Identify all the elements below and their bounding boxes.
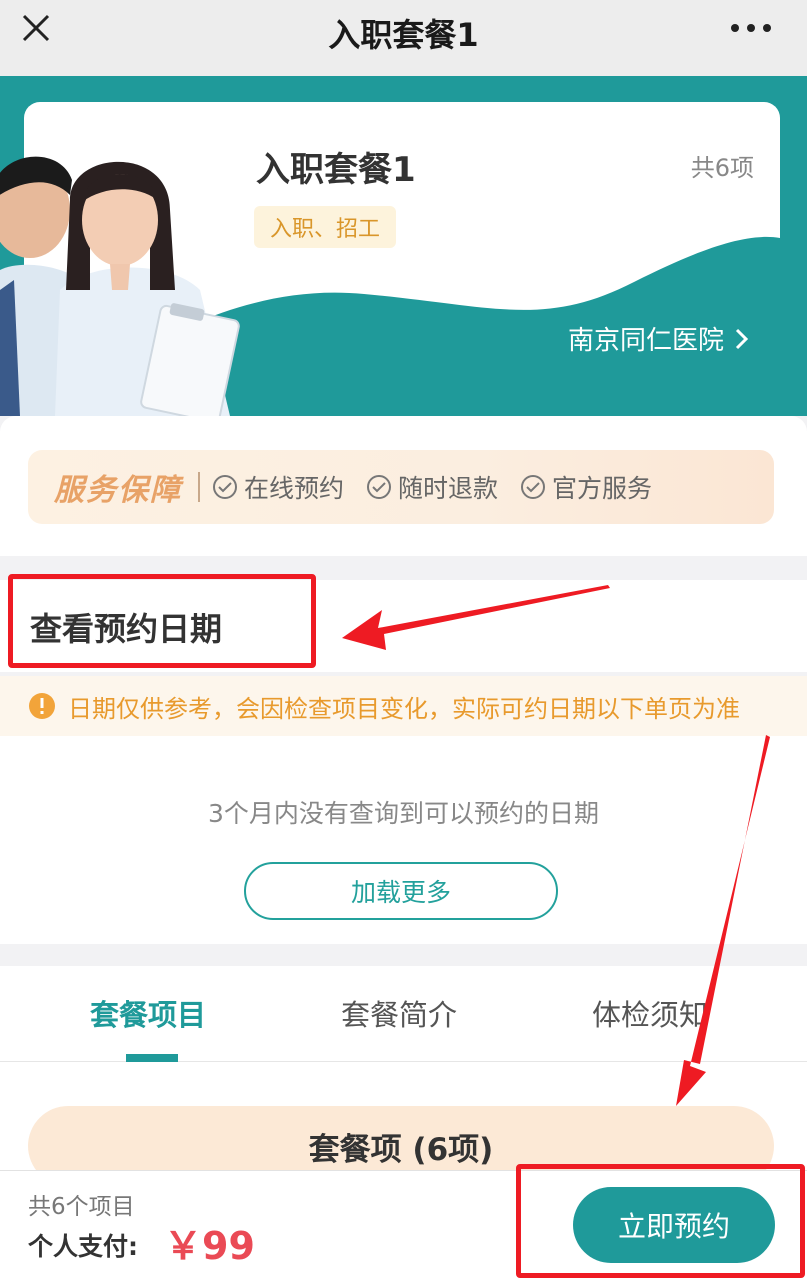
load-more-button[interactable]: 加载更多 bbox=[244, 862, 558, 920]
date-notice-bar: 日期仅供参考，会因检查项目变化，实际可约日期以下单页为准 bbox=[0, 676, 807, 736]
service-item-label: 在线预约 bbox=[244, 474, 345, 503]
chevron-right-icon bbox=[735, 328, 749, 349]
highlight-box-date-title bbox=[8, 574, 316, 668]
service-item-online-booking: 在线预约 bbox=[212, 469, 344, 505]
detail-tabs: 套餐项目 套餐简介 体检须知 bbox=[0, 966, 807, 1062]
check-circle-icon bbox=[367, 475, 392, 499]
more-dots-icon[interactable] bbox=[729, 14, 773, 42]
service-brand: 服务保障 bbox=[54, 473, 182, 508]
date-empty-area: 3个月内没有查询到可以预约的日期 加载更多 bbox=[0, 736, 807, 944]
total-items-text: 共6个项目 bbox=[28, 1194, 135, 1220]
tab-exam-notice[interactable]: 体检须知 bbox=[592, 992, 708, 1034]
people-illustration bbox=[0, 156, 240, 416]
package-title: 入职套餐1 bbox=[256, 150, 416, 190]
tab-package-intro[interactable]: 套餐简介 bbox=[341, 992, 457, 1034]
highlight-box-book-button bbox=[516, 1164, 805, 1278]
hospital-name: 南京同仁医院 bbox=[567, 326, 724, 356]
price-value: ￥99 bbox=[164, 1224, 255, 1268]
package-tag: 入职、招工 bbox=[254, 206, 397, 248]
hospital-link[interactable]: 南京同仁医院 bbox=[568, 320, 750, 357]
active-tab-indicator bbox=[126, 1054, 178, 1062]
page-title: 入职套餐1 bbox=[328, 16, 479, 54]
no-dates-message: 3个月内没有查询到可以预约的日期 bbox=[208, 799, 599, 828]
top-navigation-bar: 入职套餐1 bbox=[0, 0, 807, 76]
divider bbox=[198, 472, 200, 502]
tab-package-items[interactable]: 套餐项目 bbox=[90, 992, 206, 1034]
date-notice-text: 日期仅供参考，会因检查项目变化，实际可约日期以下单页为准 bbox=[68, 694, 740, 723]
service-item-refund: 随时退款 bbox=[366, 469, 498, 505]
check-circle-icon bbox=[521, 475, 546, 499]
check-circle-icon bbox=[213, 475, 237, 499]
service-item-official: 官方服务 bbox=[520, 469, 652, 505]
service-item-label: 官方服务 bbox=[552, 474, 653, 503]
service-guarantee-banner: 服务保障 在线预约 随时退款 官方服务 bbox=[28, 450, 774, 524]
package-item-count: 共6项 bbox=[690, 154, 754, 182]
service-item-label: 随时退款 bbox=[398, 474, 499, 503]
info-icon bbox=[29, 693, 55, 719]
personal-pay-label: 个人支付: bbox=[28, 1232, 138, 1261]
